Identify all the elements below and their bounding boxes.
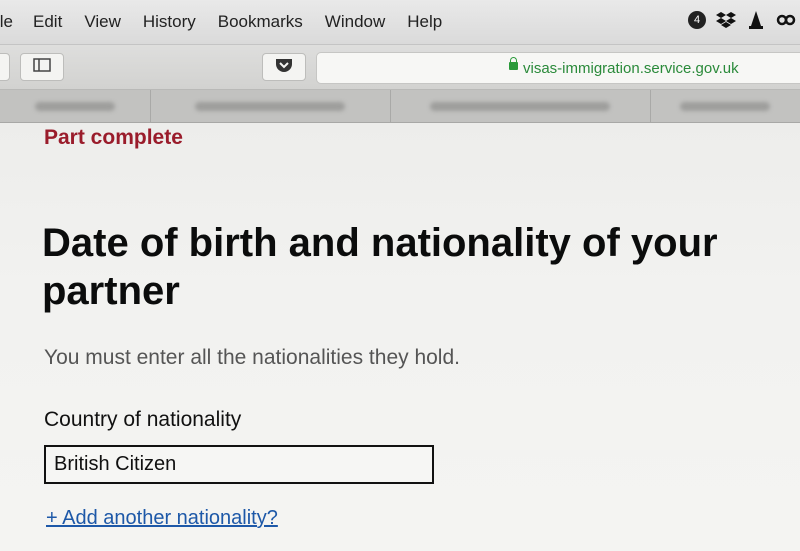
- menu-help[interactable]: Help: [407, 12, 442, 32]
- menu-file[interactable]: ile: [0, 12, 13, 32]
- menu-view[interactable]: View: [84, 12, 121, 32]
- tab-2[interactable]: [150, 90, 391, 122]
- notification-badge-icon[interactable]: 4: [688, 11, 706, 29]
- tab-4[interactable]: [650, 90, 800, 122]
- browser-toolbar: visas-immigration.service.gov.uk: [0, 45, 800, 90]
- menu-history[interactable]: History: [143, 12, 196, 32]
- tab-1[interactable]: [0, 90, 151, 122]
- status-text: Part complete: [44, 126, 183, 149]
- menu-bar: ile Edit View History Bookmarks Window H…: [0, 0, 800, 45]
- menu-window[interactable]: Window: [325, 12, 385, 32]
- nationality-label: Country of nationality: [44, 408, 242, 431]
- url-text: visas-immigration.service.gov.uk: [523, 60, 739, 77]
- page-content: Part complete Date of birth and national…: [0, 123, 800, 551]
- vlc-cone-icon[interactable]: [746, 10, 766, 30]
- back-button[interactable]: [0, 53, 10, 81]
- tab-3[interactable]: [390, 90, 651, 122]
- screen: ile Edit View History Bookmarks Window H…: [0, 0, 800, 551]
- menu-bookmarks[interactable]: Bookmarks: [218, 12, 303, 32]
- nationality-input[interactable]: [44, 445, 434, 484]
- sidebar-icon: [33, 57, 51, 77]
- tab-strip: [0, 90, 800, 123]
- dropbox-icon[interactable]: [716, 10, 736, 30]
- menu-edit[interactable]: Edit: [33, 12, 62, 32]
- add-nationality-link[interactable]: + Add another nationality?: [46, 507, 278, 530]
- address-bar[interactable]: visas-immigration.service.gov.uk: [316, 52, 800, 84]
- sidebar-button[interactable]: [20, 53, 64, 81]
- page-title: Date of birth and nationality of your pa…: [42, 221, 718, 313]
- pocket-icon: [275, 57, 293, 78]
- lock-icon: [509, 57, 518, 70]
- status-tray: 4: [688, 10, 796, 30]
- pocket-button[interactable]: [262, 53, 306, 81]
- hint-text: You must enter all the nationalities the…: [44, 346, 460, 369]
- infinity-icon[interactable]: [776, 10, 796, 30]
